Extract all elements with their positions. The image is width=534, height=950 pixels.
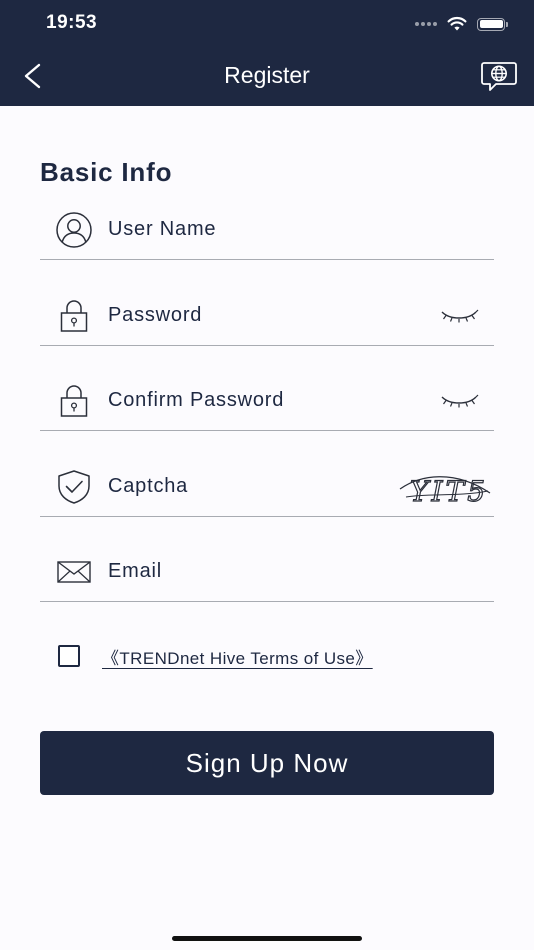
wifi-icon [447,16,467,31]
user-icon [54,212,94,248]
confirm-password-row [40,371,494,431]
sign-up-button[interactable]: Sign Up Now [40,731,494,795]
sign-up-label: Sign Up Now [185,747,349,778]
email-input[interactable] [108,556,388,586]
language-button[interactable] [480,60,518,92]
password-row [40,286,494,346]
confirm-password-input[interactable] [108,385,388,415]
shield-check-icon [54,469,94,505]
captcha-text: YIT5 [410,475,488,508]
password-input[interactable] [108,300,388,330]
battery-icon [477,17,508,31]
home-indicator [172,936,362,941]
captcha-input[interactable] [108,471,388,501]
page-title: Register [224,62,310,88]
section-title: Basic Info [40,157,173,187]
terms-checkbox[interactable] [58,645,80,667]
captcha-image[interactable]: YIT5 [398,463,492,509]
signal-icon [415,22,437,26]
lock-icon [54,383,94,419]
terms-row: 《TRENDnet Hive Terms of Use》 [58,642,373,670]
status-time: 19:53 [46,12,98,33]
eye-closed-icon [441,309,479,323]
confirm-password-visibility-toggle[interactable] [438,389,480,411]
username-input[interactable] [108,214,388,244]
username-row [40,200,494,260]
lock-icon [54,298,94,334]
eye-closed-icon [441,394,479,408]
terms-link[interactable]: 《TRENDnet Hive Terms of Use》 [102,644,373,669]
status-icons [415,12,508,36]
captcha-row: YIT5 [40,457,494,517]
top-bar: 19:53 Register [0,0,534,106]
mail-icon [54,554,94,590]
password-visibility-toggle[interactable] [438,304,480,326]
globe-chat-icon [481,62,517,91]
email-row [40,542,494,602]
